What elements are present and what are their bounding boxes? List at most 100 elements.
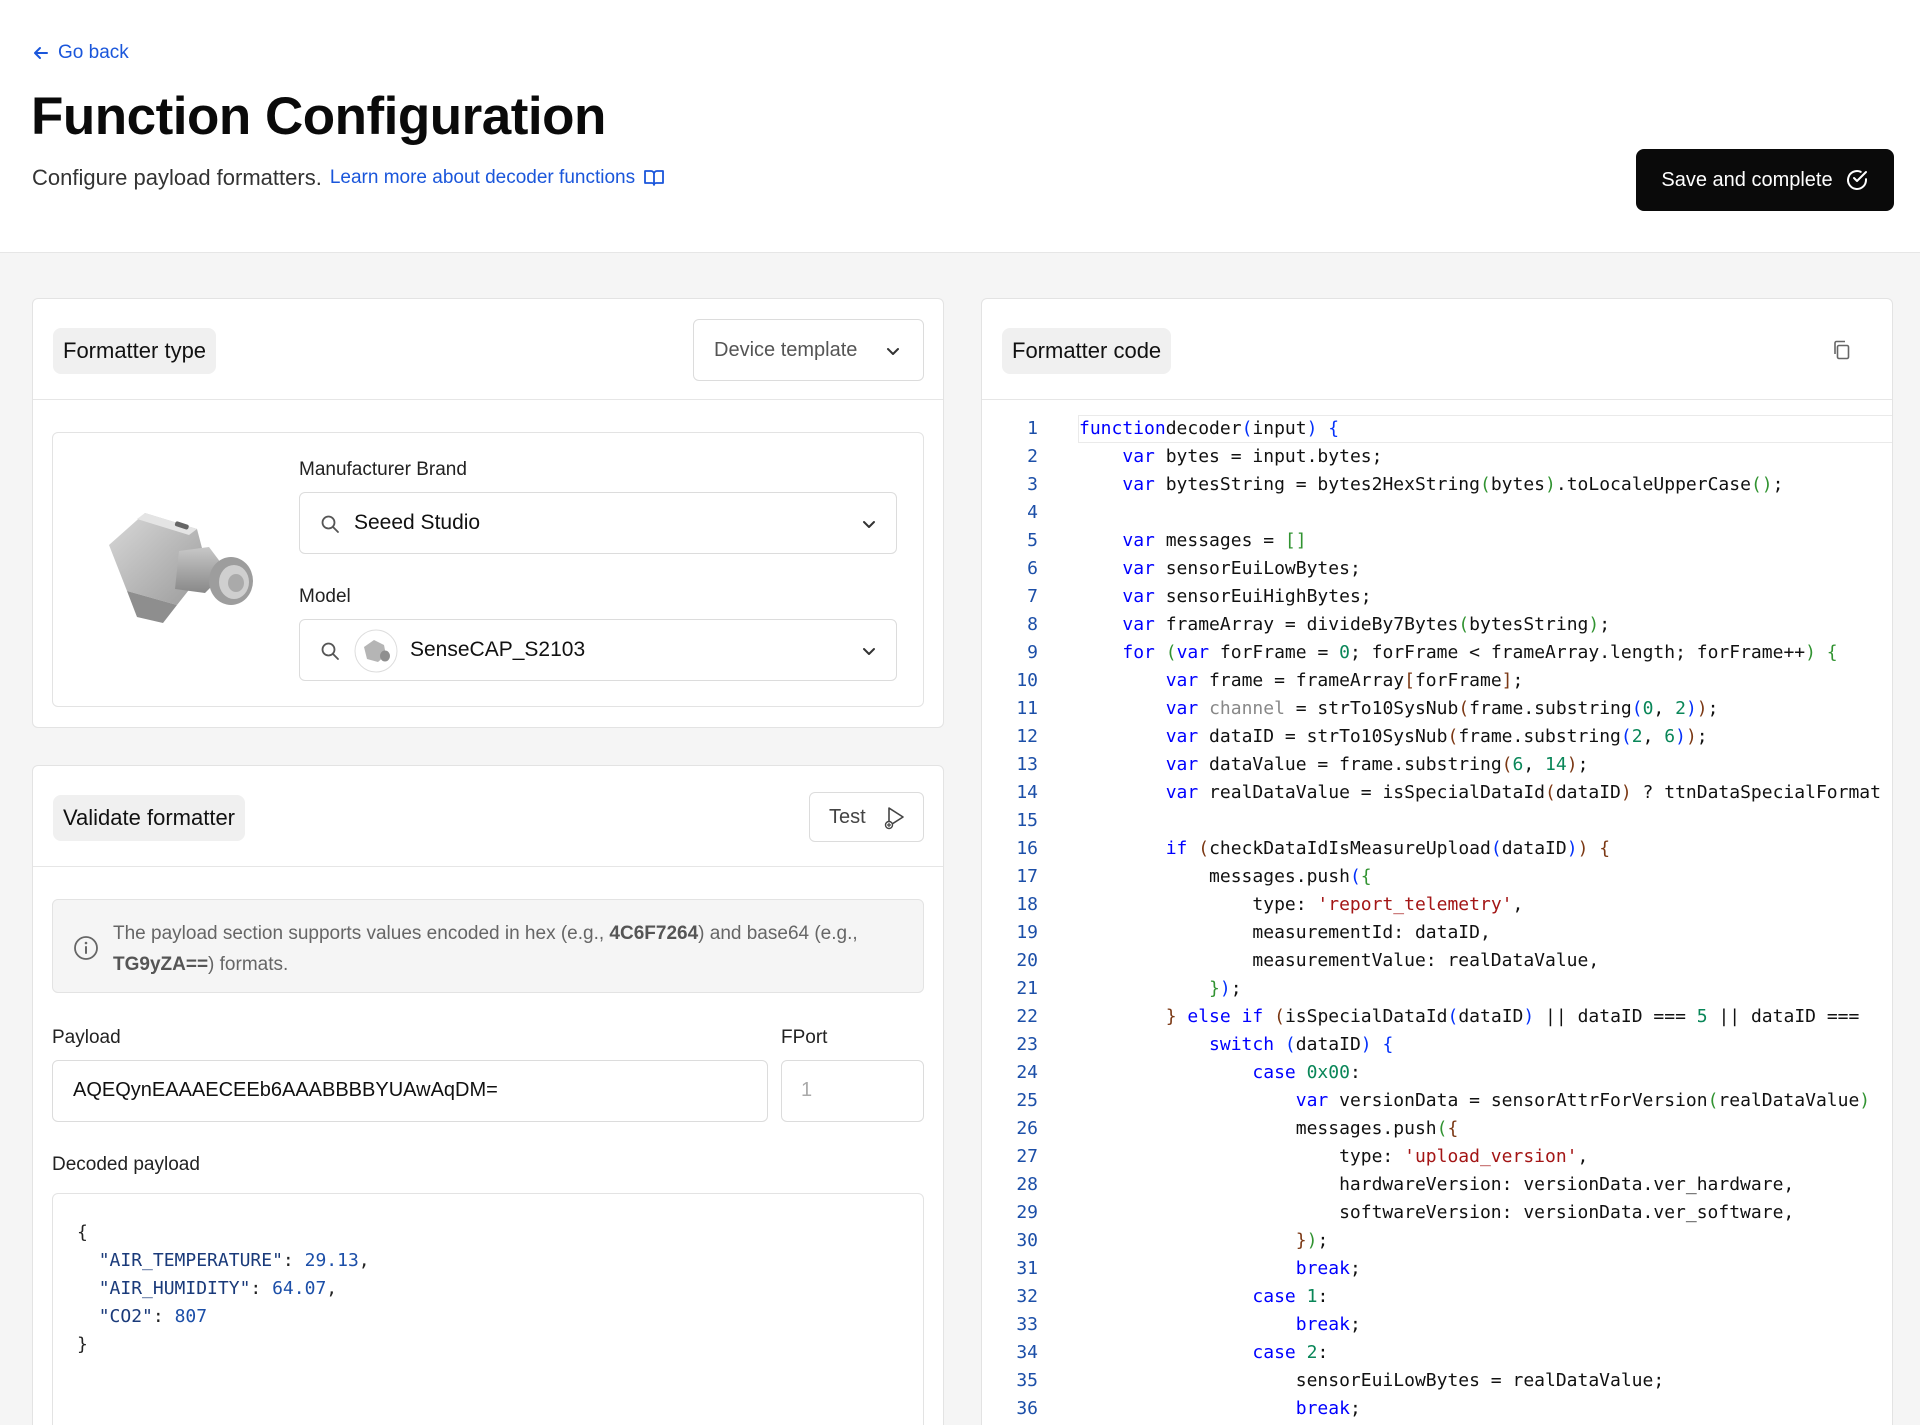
line-number: 25 (1016, 1090, 1038, 1111)
line-number: 7 (1027, 586, 1038, 607)
search-icon (321, 515, 339, 533)
test-button-label: Test (829, 805, 866, 828)
code-line: 29 softwareVersion: versionData.ver_soft… (982, 1199, 1892, 1227)
code-text: sensorEuiLowBytes = realDataValue; (1079, 1370, 1665, 1391)
code-line: 24 case 0x00: (982, 1059, 1892, 1087)
json-sep: , (326, 1278, 338, 1299)
go-back-label: Go back (58, 42, 129, 63)
code-line: 14 var realDataValue = isSpecialDataId(d… (982, 779, 1892, 807)
line-number: 30 (1016, 1230, 1038, 1251)
line-number: 4 (1027, 502, 1038, 523)
line-number: 16 (1016, 838, 1038, 859)
line-number: 3 (1027, 474, 1038, 495)
manufacturer-select[interactable]: Seeed Studio (299, 492, 897, 554)
code-line: 27 type: 'upload_version', (982, 1143, 1892, 1171)
page-title: Function Configuration (31, 87, 606, 146)
code-line: 36 break; (982, 1395, 1892, 1423)
json-value: 64.07 (272, 1278, 327, 1299)
code-line: 17 messages.push({ (982, 863, 1892, 891)
manufacturer-value: Seeed Studio (354, 511, 481, 534)
json-entry: "AIR_TEMPERATURE": 29.13, (98, 1250, 370, 1271)
code-line: 35 sensorEuiLowBytes = realDataValue; (982, 1367, 1892, 1395)
code-text: var sensorEuiHighBytes; (1122, 586, 1372, 607)
line-number: 15 (1016, 810, 1038, 831)
code-line: 5 var messages = [] (982, 527, 1892, 555)
base64-example: TG9yZA== (113, 954, 209, 975)
code-editor[interactable]: 1 functiondecoder(input) {2 var bytes = i… (982, 402, 1892, 1425)
code-line: 4 (982, 499, 1892, 527)
line-number: 23 (1016, 1034, 1038, 1055)
code-text: var versionData = sensorAttrForVersion(r… (1295, 1090, 1871, 1111)
json-entry: "CO2": 807 (98, 1306, 208, 1327)
decoded-payload-output: { "AIR_TEMPERATURE": 29.13, "AIR_HUMIDIT… (52, 1193, 924, 1425)
json-value: 29.13 (304, 1250, 359, 1271)
code-text: type: 'report_telemetry', (1079, 894, 1524, 915)
code-text: var frameArray = divideBy7Bytes(bytesStr… (1122, 614, 1611, 635)
code-line: 18 type: 'report_telemetry', (982, 891, 1892, 919)
chevron-down-icon (887, 348, 899, 355)
line-number: 32 (1016, 1286, 1038, 1307)
code-line: 32 case 1: (982, 1283, 1892, 1311)
code-line: 26 messages.push({ (982, 1115, 1892, 1143)
line-number: 21 (1016, 978, 1038, 999)
arrow-left-icon (34, 47, 48, 59)
json-key: "CO2" (98, 1306, 153, 1327)
code-text: case 1: (1252, 1286, 1329, 1307)
code-text: } else if (isSpecialDataId(dataID) || da… (1165, 1006, 1871, 1027)
chevron-down-icon (863, 648, 875, 655)
model-thumbnail (354, 629, 398, 673)
formatter-type-title: Formatter type (53, 328, 217, 374)
line-number: 35 (1016, 1370, 1038, 1391)
subtitle-text: Configure payload formatters. (32, 165, 322, 190)
line-number: 24 (1016, 1062, 1038, 1083)
payload-input[interactable]: AQEQynEAAAECEEb6AAABBBBYUAwAqDM= (52, 1060, 768, 1122)
model-label: Model (299, 586, 351, 607)
info-text-part: ) and base64 (e.g., (698, 923, 858, 944)
code-text: hardwareVersion: versionData.ver_hardwar… (1079, 1174, 1795, 1195)
code-text: measurementValue: realDataValue, (1079, 950, 1600, 971)
code-text: break; (1295, 1314, 1361, 1335)
go-back-link[interactable]: Go back (32, 42, 129, 64)
line-number: 28 (1016, 1174, 1038, 1195)
learn-more-link[interactable]: Learn more about decoder functions (330, 167, 665, 189)
code-line: 11 var channel = strTo10SysNub(frame.sub… (982, 695, 1892, 723)
model-select[interactable]: SenseCAP_S2103 (299, 619, 897, 681)
json-key: "AIR_HUMIDITY" (98, 1278, 251, 1299)
line-number: 19 (1016, 922, 1038, 943)
payload-value: AQEQynEAAAECEEb6AAABBBBYUAwAqDM= (73, 1079, 498, 1101)
line-number: 17 (1016, 866, 1038, 887)
code-line: 33 break; (982, 1311, 1892, 1339)
code-text: var bytesString = bytes2HexString(bytes)… (1122, 474, 1784, 495)
code-line: 21 }); (982, 975, 1892, 1003)
copy-icon[interactable] (1831, 339, 1853, 361)
formatter-code-title: Formatter code (1002, 328, 1172, 374)
code-text: switch (dataID) { (1209, 1034, 1394, 1055)
model-value: SenseCAP_S2103 (410, 638, 586, 661)
fport-placeholder: 1 (801, 1079, 813, 1101)
line-number: 18 (1016, 894, 1038, 915)
line-number: 8 (1027, 614, 1038, 635)
line-number: 2 (1027, 446, 1038, 467)
line-number: 22 (1016, 1006, 1038, 1027)
json-key: "AIR_TEMPERATURE" (98, 1250, 283, 1271)
json-entry: "AIR_HUMIDITY": 64.07, (98, 1278, 338, 1299)
code-text: measurementId: dataID, (1079, 922, 1491, 943)
manufacturer-label: Manufacturer Brand (299, 459, 467, 480)
code-line: 3 var bytesString = bytes2HexString(byte… (982, 471, 1892, 499)
code-line: 30 }); (982, 1227, 1892, 1255)
json-open-brace: { (77, 1222, 88, 1243)
code-text: break; (1295, 1258, 1361, 1279)
test-button[interactable]: Test (809, 792, 924, 842)
learn-more-label: Learn more about decoder functions (329, 167, 636, 188)
save-and-complete-button[interactable]: Save and complete (1636, 149, 1894, 211)
formatter-type-header: Formatter type Device template (33, 299, 943, 400)
code-text: messages.push({ (1079, 1118, 1459, 1139)
payload-info-text: The payload section supports values enco… (113, 918, 903, 980)
line-number: 27 (1016, 1146, 1038, 1167)
line-number: 5 (1027, 530, 1038, 551)
device-template-box: Manufacturer Brand Seeed Studio Model Se… (52, 432, 924, 707)
fport-input[interactable]: 1 (781, 1060, 924, 1122)
code-text: case 2: (1252, 1342, 1329, 1363)
formatter-type-select[interactable]: Device template (693, 319, 924, 381)
code-text: messages.push({ (1079, 866, 1372, 887)
